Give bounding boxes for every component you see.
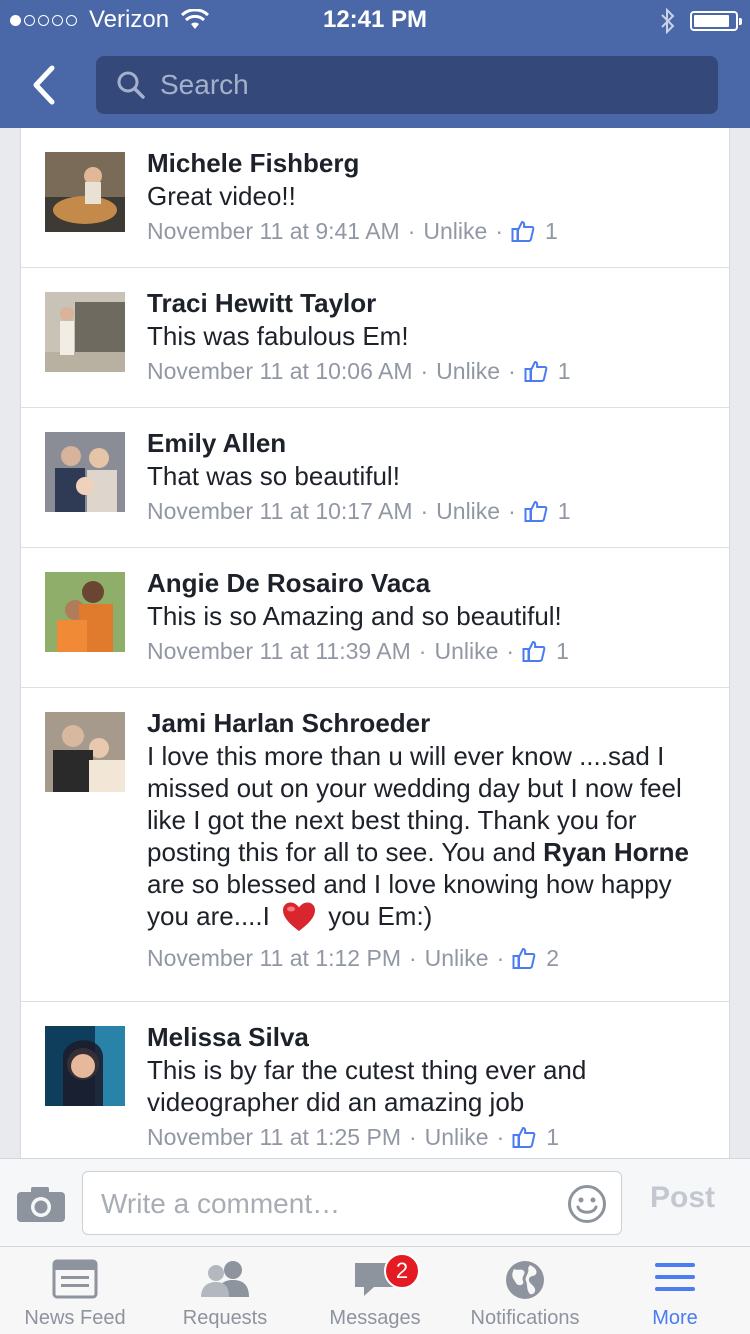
post-button[interactable]: Post xyxy=(650,1181,715,1215)
mention-link[interactable]: Ryan Horne xyxy=(543,837,689,867)
tab-label: More xyxy=(652,1307,698,1329)
menu-icon xyxy=(655,1263,695,1291)
comment-text: I love this more than u will ever know .… xyxy=(147,740,707,933)
search-bar[interactable] xyxy=(96,56,718,114)
comment-meta: November 11 at 9:41 AM · Unlike · 1 xyxy=(147,214,707,248)
comment-composer: Post xyxy=(0,1158,750,1246)
comment-author[interactable]: Emily Allen xyxy=(147,426,707,460)
status-right xyxy=(660,8,742,34)
comment-meta: November 11 at 10:06 AM · Unlike · 1 xyxy=(147,354,707,388)
top-header: Verizon 12:41 PM xyxy=(0,0,750,128)
unlike-link[interactable]: Unlike xyxy=(425,1120,489,1154)
unlike-link[interactable]: Unlike xyxy=(434,634,498,668)
heart-icon xyxy=(283,902,316,931)
search-input[interactable] xyxy=(160,69,700,101)
tab-label: News Feed xyxy=(24,1307,126,1329)
avatar[interactable] xyxy=(45,712,125,792)
status-time: 12:41 PM xyxy=(322,6,428,33)
comment-meta: November 11 at 1:12 PM · Unlike · 2 xyxy=(147,941,707,975)
thumbs-up-icon xyxy=(511,221,535,242)
news-feed-icon xyxy=(52,1259,98,1299)
comment-text: Great video!! xyxy=(147,181,296,211)
friend-requests-icon xyxy=(201,1261,249,1297)
tab-label: Messages xyxy=(329,1307,421,1329)
thumbs-up-icon xyxy=(512,948,536,969)
smiley-icon xyxy=(568,1185,606,1223)
emoji-button[interactable] xyxy=(567,1184,607,1224)
comment-item: Michele Fishberg Great video!! November … xyxy=(21,128,729,268)
tab-requests[interactable]: Requests xyxy=(150,1247,300,1334)
comment-timestamp[interactable]: November 11 at 1:12 PM xyxy=(147,941,401,975)
like-count[interactable]: 1 xyxy=(558,494,571,528)
comment-timestamp[interactable]: November 11 at 9:41 AM xyxy=(147,214,400,248)
thumbs-up-icon xyxy=(524,501,548,522)
comment-meta: November 11 at 1:25 PM · Unlike · 1 xyxy=(147,1120,707,1154)
comment-text: This is so Amazing and so beautiful! xyxy=(147,601,562,631)
camera-icon xyxy=(17,1187,65,1222)
tab-more[interactable]: More xyxy=(600,1247,750,1334)
comment-item: Melissa Silva This is by far the cutest … xyxy=(21,1002,729,1158)
comment-meta: November 11 at 11:39 AM · Unlike · 1 xyxy=(147,634,707,668)
chevron-left-icon xyxy=(33,65,55,105)
tab-notifications[interactable]: Notifications xyxy=(450,1247,600,1334)
comment-item: Angie De Rosairo Vaca This is so Amazing… xyxy=(21,548,729,688)
comment-item: Traci Hewitt Taylor This was fabulous Em… xyxy=(21,268,729,408)
comment-meta: November 11 at 10:17 AM · Unlike · 1 xyxy=(147,494,707,528)
comment-text: This was fabulous Em! xyxy=(147,321,409,351)
globe-icon xyxy=(506,1261,544,1299)
battery-icon xyxy=(690,11,742,31)
tab-news-feed[interactable]: News Feed xyxy=(0,1247,150,1334)
comment-author[interactable]: Angie De Rosairo Vaca xyxy=(147,566,707,600)
like-count[interactable]: 1 xyxy=(556,634,569,668)
avatar[interactable] xyxy=(45,292,125,372)
comment-text-part: you Em:) xyxy=(321,901,433,931)
like-count[interactable]: 1 xyxy=(558,354,571,388)
like-count[interactable]: 1 xyxy=(546,1120,559,1154)
thumbs-up-icon xyxy=(522,641,546,662)
avatar[interactable] xyxy=(45,152,125,232)
thumbs-up-icon xyxy=(512,1127,536,1148)
comment-text: That was so beautiful! xyxy=(147,461,400,491)
comment-input[interactable] xyxy=(101,1186,541,1222)
comment-item: Jami Harlan Schroeder I love this more t… xyxy=(21,688,729,1002)
status-bar: Verizon 12:41 PM xyxy=(0,0,750,40)
comment-item: Emily Allen That was so beautiful! Novem… xyxy=(21,408,729,548)
like-count[interactable]: 2 xyxy=(546,941,559,975)
tab-messages[interactable]: 2 Messages xyxy=(300,1247,450,1334)
avatar[interactable] xyxy=(45,432,125,512)
tab-label: Requests xyxy=(182,1307,268,1329)
camera-button[interactable] xyxy=(16,1185,66,1223)
comment-timestamp[interactable]: November 11 at 11:39 AM xyxy=(147,634,411,668)
tab-bar: News Feed Requests 2 Messages Notificati… xyxy=(0,1246,750,1334)
comment-text: This is by far the cutest thing ever and… xyxy=(147,1055,587,1117)
comment-timestamp[interactable]: November 11 at 1:25 PM xyxy=(147,1120,401,1154)
comment-field[interactable] xyxy=(82,1171,622,1235)
comment-timestamp[interactable]: November 11 at 10:17 AM xyxy=(147,494,413,528)
bluetooth-icon xyxy=(661,8,675,34)
thumbs-up-icon xyxy=(524,361,548,382)
comment-timestamp[interactable]: November 11 at 10:06 AM xyxy=(147,354,413,388)
comment-author[interactable]: Michele Fishberg xyxy=(147,146,707,180)
back-button[interactable] xyxy=(24,60,68,110)
comment-author[interactable]: Traci Hewitt Taylor xyxy=(147,286,707,320)
comment-author[interactable]: Melissa Silva xyxy=(147,1020,707,1054)
tab-label: Notifications xyxy=(470,1307,580,1329)
search-icon xyxy=(117,71,145,99)
comments-list: Michele Fishberg Great video!! November … xyxy=(20,128,730,1158)
avatar[interactable] xyxy=(45,1026,125,1106)
avatar[interactable] xyxy=(45,572,125,652)
unread-badge: 2 xyxy=(384,1253,420,1289)
unlike-link[interactable]: Unlike xyxy=(423,214,487,248)
unlike-link[interactable]: Unlike xyxy=(425,941,489,975)
unlike-link[interactable]: Unlike xyxy=(436,354,500,388)
unlike-link[interactable]: Unlike xyxy=(436,494,500,528)
like-count[interactable]: 1 xyxy=(545,214,558,248)
comment-author[interactable]: Jami Harlan Schroeder xyxy=(147,706,707,740)
